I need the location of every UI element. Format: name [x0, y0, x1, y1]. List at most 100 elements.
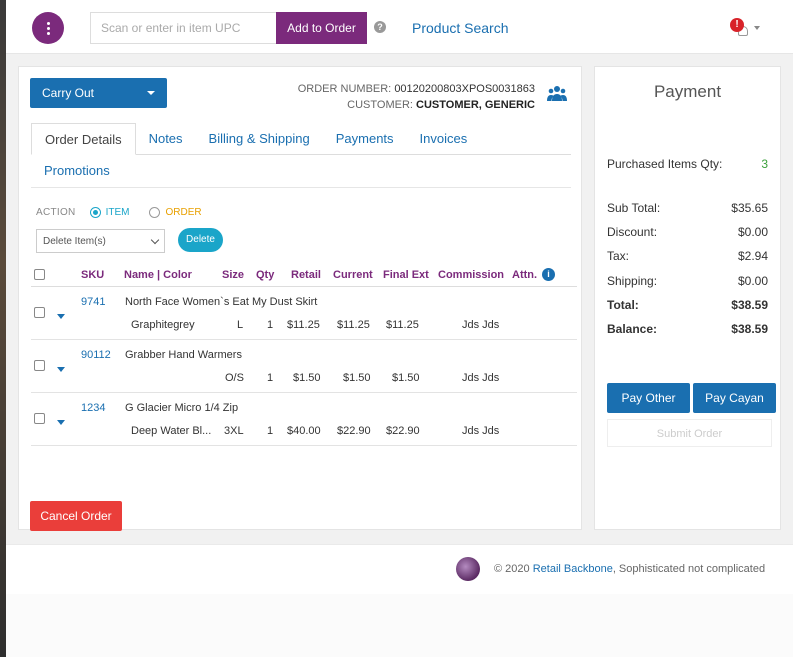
- scan-upc-input[interactable]: [90, 12, 276, 44]
- header-name-color[interactable]: Name | Color: [124, 269, 192, 281]
- retail-backbone-logo-icon: [456, 557, 480, 581]
- expand-caret-icon[interactable]: [57, 314, 65, 319]
- row-final-ext: $11.25: [386, 319, 419, 331]
- payment-title: Payment: [653, 82, 722, 101]
- order-radio-label[interactable]: ORDER: [165, 207, 201, 218]
- shipping-line: Shipping: $0.00: [607, 274, 768, 288]
- total-label: Total:: [607, 298, 639, 312]
- order-radio[interactable]: [149, 207, 161, 218]
- footer-text: © 2020 Retail Backbone, Sophisticated no…: [494, 563, 765, 575]
- delete-button[interactable]: Delete: [178, 228, 223, 252]
- header-qty[interactable]: Qty: [256, 269, 274, 281]
- tab-invoices[interactable]: Invoices: [407, 123, 481, 154]
- subtotal-line: Sub Total: $35.65: [607, 201, 768, 215]
- row-retail: $40.00: [287, 425, 321, 437]
- tab-payments[interactable]: Payments: [323, 123, 407, 154]
- header-sku[interactable]: SKU: [81, 269, 104, 281]
- balance-label: Balance:: [607, 322, 658, 336]
- order-meta: ORDER NUMBER: 00120200803XPOS0031863 CUS…: [298, 81, 535, 113]
- row-commission: Jds Jds: [462, 425, 500, 437]
- row-qty: 1: [267, 319, 274, 331]
- row-checkbox[interactable]: [34, 413, 45, 424]
- item-radio-label[interactable]: ITEM: [106, 207, 130, 218]
- copyright-text: © 2020: [494, 563, 530, 575]
- header-attn[interactable]: Attn.: [512, 269, 537, 281]
- shipping-label: Shipping:: [607, 274, 658, 288]
- order-type-dropdown[interactable]: Carry Out: [30, 78, 167, 108]
- purchased-qty-value: 3: [761, 157, 768, 171]
- row-commission: Jds Jds: [462, 319, 500, 331]
- payment-panel: Payment Purchased Items Qty: 3 Sub Total…: [594, 66, 781, 530]
- tab-order-details[interactable]: Order Details: [31, 123, 136, 155]
- table-row: 90112 Grabber Hand Warmers O/S 1 $1.50 $…: [31, 340, 577, 393]
- expand-caret-icon[interactable]: [57, 367, 65, 372]
- item-radio[interactable]: [89, 207, 101, 218]
- total-value: $38.59: [731, 298, 768, 312]
- footer: © 2020 Retail Backbone, Sophisticated no…: [6, 544, 793, 594]
- notifications-button[interactable]: !: [730, 18, 760, 40]
- customer-value: CUSTOMER, GENERIC: [416, 99, 535, 111]
- tab-notes[interactable]: Notes: [136, 123, 196, 154]
- tax-value: $2.94: [737, 249, 768, 263]
- order-tabs: Order Details Notes Billing & Shipping P…: [31, 123, 571, 188]
- row-color: Deep Water Bl...: [131, 425, 212, 437]
- row-checkbox[interactable]: [34, 360, 45, 371]
- action-label: ACTION: [36, 207, 76, 218]
- row-checkbox[interactable]: [34, 307, 45, 318]
- header-final-ext[interactable]: Final Ext: [383, 269, 429, 281]
- bulk-action-value: Delete Item(s): [43, 235, 106, 247]
- pay-cayan-button[interactable]: Pay Cayan: [693, 383, 776, 413]
- row-name: Grabber Hand Warmers: [125, 349, 242, 361]
- customer-group-icon[interactable]: [547, 85, 567, 103]
- pay-other-button[interactable]: Pay Other: [607, 383, 690, 413]
- items-table: SKU Name | Color Size Qty Retail Current…: [31, 263, 577, 446]
- alert-badge-icon: !: [730, 18, 744, 32]
- header-size[interactable]: Size: [222, 269, 244, 281]
- row-size: L: [237, 319, 244, 331]
- top-bar: Add to Order ? Product Search !: [6, 0, 793, 54]
- row-current: $22.90: [337, 425, 371, 437]
- caret-down-icon: [147, 91, 155, 95]
- tab-promotions[interactable]: Promotions: [31, 155, 123, 187]
- expand-caret-icon[interactable]: [57, 420, 65, 425]
- menu-button[interactable]: [32, 12, 64, 44]
- balance-line: Balance: $38.59: [607, 322, 768, 336]
- chevron-down-icon: [754, 26, 760, 30]
- table-row: 1234 G Glacier Micro 1/4 Zip Deep Water …: [31, 393, 577, 446]
- select-all-checkbox[interactable]: [34, 269, 45, 280]
- submit-order-button[interactable]: Submit Order: [607, 419, 772, 447]
- page-bottom-area: [6, 594, 793, 657]
- purchased-qty-line: Purchased Items Qty: 3: [607, 157, 768, 171]
- order-type-label: Carry Out: [42, 86, 95, 100]
- product-search-link[interactable]: Product Search: [412, 20, 509, 36]
- total-line: Total: $38.59: [607, 298, 768, 312]
- header-current[interactable]: Current: [333, 269, 373, 281]
- add-to-order-button[interactable]: Add to Order: [276, 12, 367, 44]
- tagline-text: , Sophisticated not complicated: [612, 563, 766, 575]
- brand-link[interactable]: Retail Backbone: [533, 563, 613, 575]
- tab-billing-shipping[interactable]: Billing & Shipping: [196, 123, 323, 154]
- row-qty: 1: [267, 425, 274, 437]
- row-current: $11.25: [337, 319, 370, 331]
- info-icon[interactable]: i: [542, 268, 555, 281]
- table-header: SKU Name | Color Size Qty Retail Current…: [31, 263, 577, 287]
- row-sku[interactable]: 90112: [81, 349, 111, 361]
- bulk-action-select[interactable]: Delete Item(s): [36, 229, 165, 253]
- purchased-qty-label: Purchased Items Qty:: [607, 157, 723, 171]
- vertical-dots-icon: [46, 21, 50, 36]
- row-name: G Glacier Micro 1/4 Zip: [125, 402, 239, 414]
- row-color: Graphitegrey: [131, 319, 195, 331]
- cancel-order-button[interactable]: Cancel Order: [30, 501, 122, 531]
- row-sku[interactable]: 9741: [81, 296, 105, 308]
- row-sku[interactable]: 1234: [81, 402, 105, 414]
- table-row: 9741 North Face Women`s Eat My Dust Skir…: [31, 287, 577, 340]
- tax-label: Tax:: [607, 249, 630, 263]
- header-retail[interactable]: Retail: [291, 269, 321, 281]
- row-commission: Jds Jds: [462, 372, 500, 384]
- row-retail: $1.50: [293, 372, 321, 384]
- header-commission[interactable]: Commission: [438, 269, 504, 281]
- row-final-ext: $1.50: [392, 372, 420, 384]
- order-number-value: 00120200803XPOS0031863: [394, 83, 535, 95]
- action-row: ACTION ITEM ORDER: [36, 207, 202, 218]
- help-icon[interactable]: ?: [374, 21, 386, 33]
